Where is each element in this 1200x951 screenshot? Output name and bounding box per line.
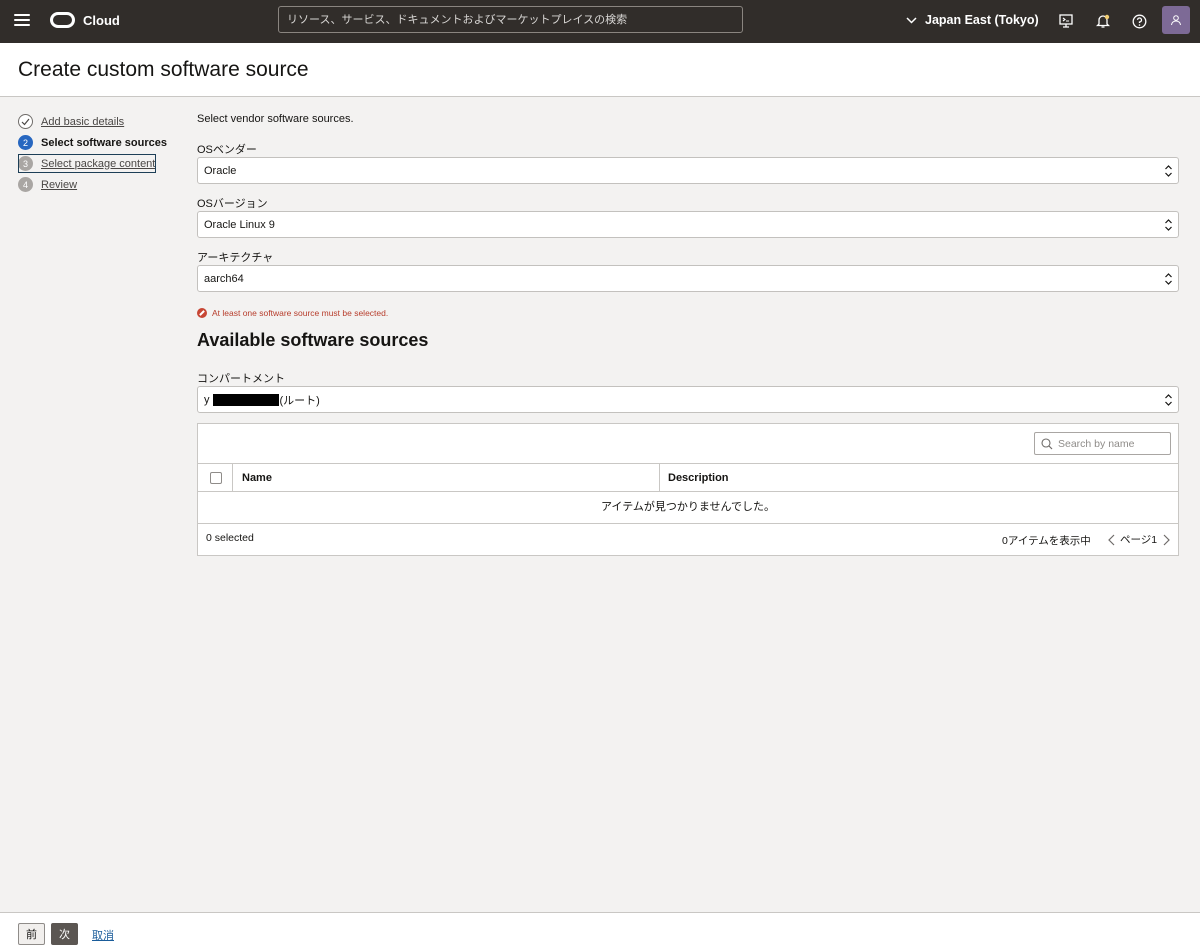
available-sources-title: Available software sources bbox=[197, 330, 429, 350]
cancel-link[interactable]: 取消 bbox=[92, 927, 114, 943]
table-search[interactable] bbox=[1034, 432, 1171, 455]
step-link-review[interactable]: Review bbox=[41, 179, 77, 191]
pagination: ページ1 bbox=[1105, 532, 1172, 547]
select-all-checkbox[interactable] bbox=[210, 472, 222, 484]
next-page-icon[interactable] bbox=[1160, 533, 1172, 547]
redacted-block bbox=[212, 393, 279, 406]
column-header-name[interactable]: Name bbox=[242, 472, 272, 484]
oracle-logo-icon[interactable] bbox=[50, 12, 75, 28]
brand-name[interactable]: Cloud bbox=[83, 13, 120, 28]
architecture-value: aarch64 bbox=[204, 272, 244, 285]
region-label: Japan East (Tokyo) bbox=[925, 13, 1039, 27]
page-label: ページ1 bbox=[1120, 534, 1158, 546]
previous-button[interactable]: 前 bbox=[18, 923, 45, 945]
compartment-select[interactable]: y (ルート) bbox=[197, 386, 1179, 413]
cloud-shell-icon[interactable] bbox=[1056, 11, 1076, 31]
software-sources-table: Name Description アイテムが見つかりませんでした。 0 sele… bbox=[197, 423, 1179, 556]
os-vendor-value: Oracle bbox=[204, 164, 237, 177]
notifications-icon[interactable] bbox=[1093, 11, 1113, 31]
region-selector[interactable]: Japan East (Tokyo) bbox=[906, 13, 1039, 27]
select-all-cell bbox=[198, 464, 233, 492]
step-number: 4 bbox=[18, 177, 33, 192]
os-version-value: Oracle Linux 9 bbox=[204, 218, 275, 231]
select-chevron-icon bbox=[1165, 273, 1172, 285]
user-avatar[interactable] bbox=[1162, 6, 1190, 34]
step-add-basic-details[interactable]: Add basic details bbox=[18, 111, 188, 132]
os-vendor-select[interactable]: Oracle bbox=[197, 157, 1179, 184]
user-icon bbox=[1171, 15, 1181, 26]
table-footer: 0 selected 0アイテムを表示中 ページ1 bbox=[198, 524, 1178, 555]
form-intro-text: Select vendor software sources. bbox=[197, 113, 354, 125]
os-version-label: OSバージョン bbox=[197, 198, 268, 210]
table-header-row: Name Description bbox=[198, 463, 1178, 492]
page-title: Create custom software source bbox=[18, 58, 309, 81]
top-navigation-bar: Cloud Japan East (Tokyo) bbox=[0, 0, 1200, 43]
step-link-add-basic-details[interactable]: Add basic details bbox=[41, 116, 124, 128]
select-chevron-icon bbox=[1165, 165, 1172, 177]
column-header-description[interactable]: Description bbox=[668, 472, 729, 484]
error-message: At least one software source must be sel… bbox=[212, 308, 389, 318]
empty-table-message: アイテムが見つかりませんでした。 bbox=[198, 492, 1178, 524]
check-circle-icon bbox=[18, 114, 33, 129]
page-header: Create custom software source bbox=[0, 43, 1200, 97]
search-icon bbox=[1041, 437, 1053, 449]
select-chevron-icon bbox=[1165, 219, 1172, 231]
selected-count: 0 selected bbox=[206, 532, 254, 544]
chevron-down-icon bbox=[906, 16, 917, 24]
step-label-current: Select software sources bbox=[41, 136, 167, 149]
step-select-software-sources[interactable]: 2 Select software sources bbox=[18, 132, 188, 153]
step-number: 2 bbox=[18, 135, 33, 150]
error-icon bbox=[197, 308, 207, 318]
os-vendor-label: OSベンダー bbox=[197, 144, 257, 156]
menu-icon[interactable] bbox=[14, 14, 30, 28]
help-icon[interactable] bbox=[1129, 11, 1149, 31]
compartment-suffix: (ルート) bbox=[279, 394, 320, 407]
column-divider bbox=[659, 464, 660, 492]
global-search-input[interactable] bbox=[278, 6, 743, 33]
os-version-select[interactable]: Oracle Linux 9 bbox=[197, 211, 1179, 238]
select-chevron-icon bbox=[1165, 394, 1172, 406]
step-select-package-content[interactable]: 3 Select package content bbox=[18, 153, 188, 174]
item-count: 0アイテムを表示中 bbox=[1002, 535, 1091, 547]
wizard-footer: 前 次 取消 bbox=[0, 912, 1200, 951]
next-button[interactable]: 次 bbox=[51, 923, 78, 945]
validation-error: At least one software source must be sel… bbox=[197, 308, 388, 318]
focus-outline bbox=[18, 154, 156, 173]
table-search-input[interactable] bbox=[1058, 437, 1168, 450]
wizard-steps: Add basic details 2 Select software sour… bbox=[18, 111, 188, 195]
architecture-label: アーキテクチャ bbox=[197, 252, 274, 264]
compartment-label: コンパートメント bbox=[197, 373, 285, 385]
architecture-select[interactable]: aarch64 bbox=[197, 265, 1179, 292]
compartment-prefix: y bbox=[204, 393, 210, 406]
step-review[interactable]: 4 Review bbox=[18, 174, 188, 195]
previous-page-icon[interactable] bbox=[1105, 533, 1117, 547]
